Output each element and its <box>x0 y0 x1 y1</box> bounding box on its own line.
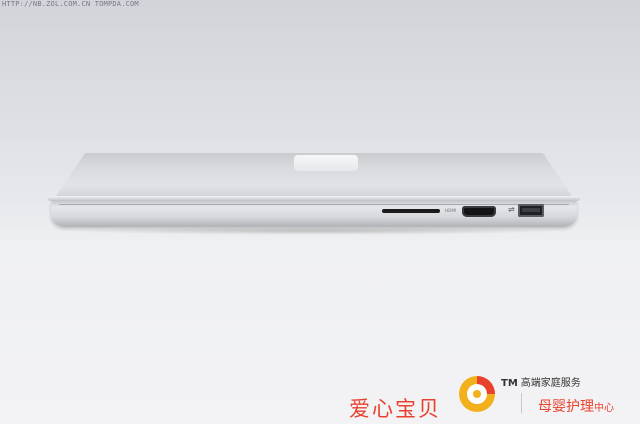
hdmi-label: HDMI <box>445 208 457 213</box>
sd-card-slot <box>382 209 440 213</box>
trademark-mark: TM <box>501 378 518 389</box>
brand-name: 爱心宝贝 <box>349 397 441 421</box>
tagline-text: 高端家庭服务 <box>520 378 581 389</box>
photo-scene: HTTP://NB.ZOL.COM.CN TOMPDA.COM HDMI ⇌ 爱… <box>0 0 640 424</box>
usb-icon: ⇌ <box>508 205 515 214</box>
brand-logo-icon <box>459 376 495 412</box>
usb-port-tongue <box>522 208 540 212</box>
laptop-base <box>51 201 577 227</box>
banner-divider <box>521 393 522 413</box>
base-seam <box>59 204 569 205</box>
apple-logo-icon <box>294 155 358 171</box>
laptop-shadow <box>68 227 560 235</box>
laptop: HDMI ⇌ <box>48 153 580 235</box>
service-name-main: 母婴护理 <box>538 399 594 415</box>
service-name-suffix: 中心 <box>594 403 614 414</box>
service-name: 母婴护理中心 <box>538 396 614 416</box>
hdmi-port <box>462 206 496 217</box>
source-watermark: HTTP://NB.ZOL.COM.CN TOMPDA.COM <box>2 0 139 8</box>
brand-tagline: TM 高端家庭服务 <box>501 374 581 389</box>
